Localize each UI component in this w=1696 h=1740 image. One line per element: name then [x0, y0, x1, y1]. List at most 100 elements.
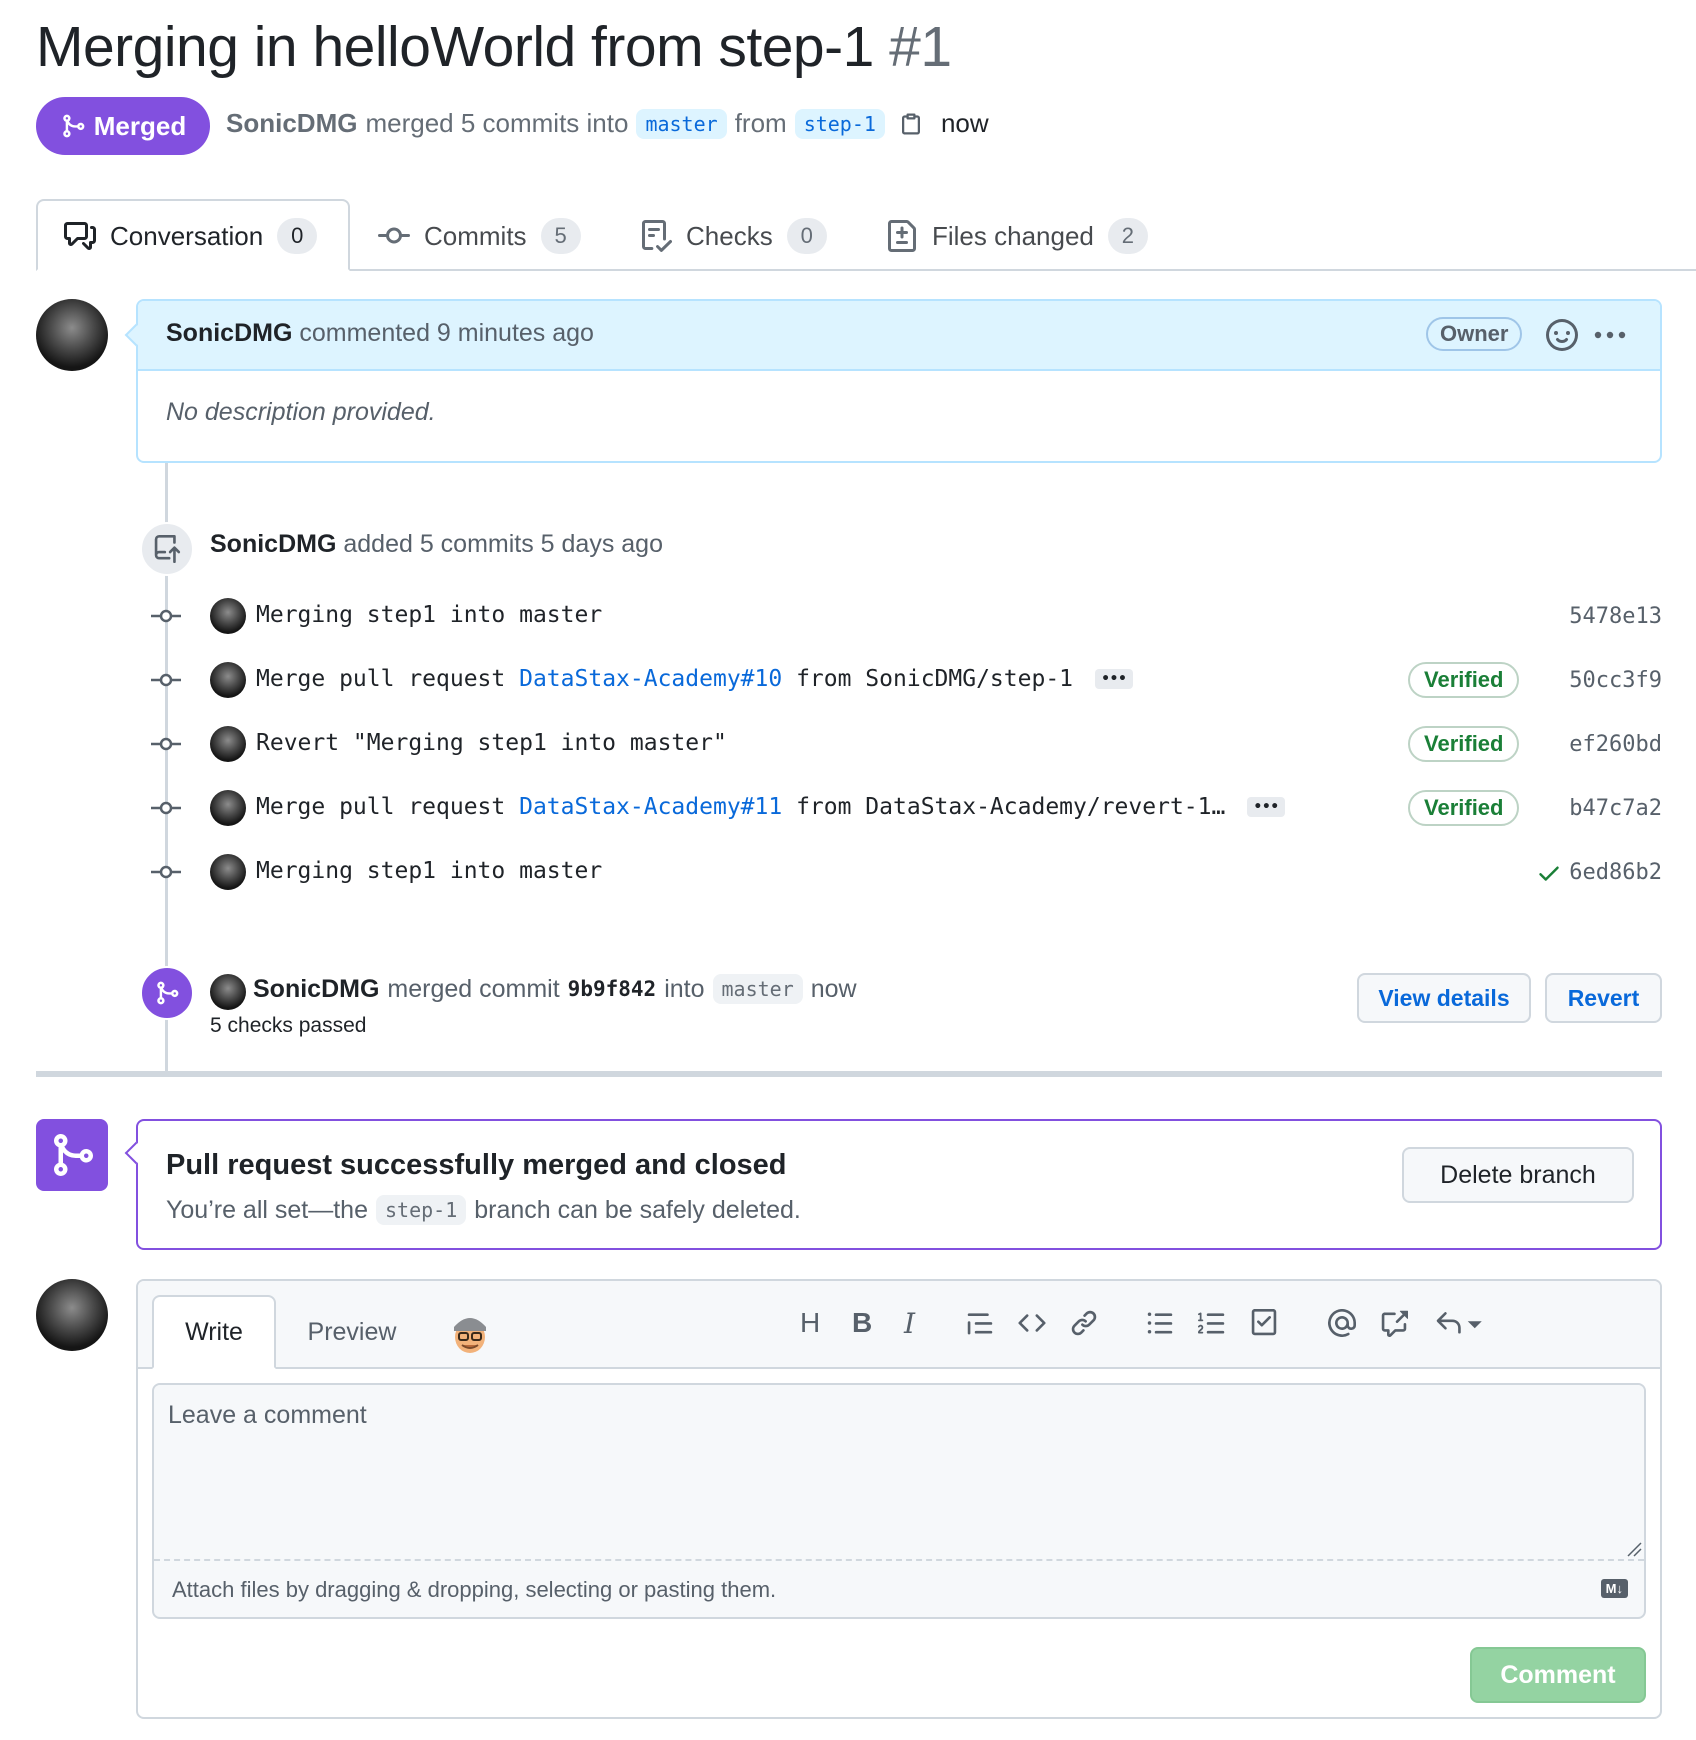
merged-card-branch[interactable]: step-1: [375, 1195, 467, 1225]
view-details-button[interactable]: View details: [1357, 973, 1531, 1023]
comment-submit-button[interactable]: Comment: [1470, 1647, 1646, 1703]
repo-push-badge: [140, 522, 194, 576]
git-commit-icon: [151, 673, 181, 687]
commit-message[interactable]: Merging step1 into master: [256, 858, 602, 884]
tab-checks-count: 0: [786, 218, 827, 254]
tab-write[interactable]: Write: [152, 1295, 276, 1369]
tab-checks-label: Checks: [686, 220, 773, 251]
expand-commit-button[interactable]: •••: [1247, 797, 1286, 817]
commit-message[interactable]: Merging step1 into master: [256, 602, 602, 628]
kebab-horizontal-icon[interactable]: [1594, 323, 1626, 347]
commit-avatar[interactable]: [210, 854, 246, 890]
commit-message-text[interactable]: Merge pull request: [256, 794, 519, 820]
pr-state-summary: SonicDMG merged 5 commits into master fr…: [226, 108, 989, 139]
italic-icon[interactable]: I: [904, 1307, 915, 1340]
mention-icon[interactable]: [1328, 1309, 1356, 1337]
comment-textarea[interactable]: Leave a comment: [154, 1385, 1644, 1561]
commit-message-text[interactable]: from DataStax-Academy/revert-1…: [782, 794, 1225, 820]
commit-message[interactable]: Merge pull request DataStax-Academy#11 f…: [256, 794, 1286, 820]
git-merge-icon: [63, 114, 85, 138]
comment-card: SonicDMG commented 9 minutes ago Owner N…: [124, 299, 1662, 463]
attach-files-hint[interactable]: Attach files by dragging & dropping, sel…: [172, 1577, 776, 1603]
cross-reference-icon[interactable]: [1380, 1309, 1408, 1337]
checks-passed-text[interactable]: 5 checks passed: [210, 1014, 366, 1038]
merge-target-branch[interactable]: master: [712, 974, 803, 1004]
merged-status-card: Pull request successfully merged and clo…: [124, 1119, 1662, 1250]
commit-message-text[interactable]: Merge pull request: [256, 666, 519, 692]
tasklist-icon[interactable]: [1250, 1309, 1278, 1337]
verified-badge[interactable]: Verified: [1408, 790, 1520, 826]
merged-state-badge: Merged: [36, 97, 210, 155]
git-commit-icon: [151, 609, 181, 623]
commit-message[interactable]: Merge pull request DataStax-Academy#10 f…: [256, 666, 1134, 692]
pr-reference-link[interactable]: DataStax-Academy#10: [519, 666, 782, 692]
merged-card-text-pre: You’re all set—the: [166, 1195, 368, 1224]
pr-reference-link[interactable]: DataStax-Academy#11: [519, 794, 782, 820]
tab-conversation[interactable]: Conversation 0: [64, 218, 318, 254]
smiley-icon[interactable]: [1546, 319, 1578, 351]
git-commit-icon: [151, 737, 181, 751]
delete-branch-button[interactable]: Delete branch: [1402, 1147, 1634, 1203]
pr-number: #1: [889, 15, 952, 79]
git-commit-icon: [151, 865, 181, 879]
merged-card-title: Pull request successfully merged and clo…: [166, 1149, 787, 1181]
commit-sha[interactable]: 6ed86b2: [1569, 860, 1662, 885]
commit-row: Merge pull request DataStax-Academy#10 f…: [150, 660, 1662, 700]
merged-status-tile: [36, 1119, 108, 1191]
commit-sha[interactable]: 50cc3f9: [1569, 668, 1662, 693]
merged-card-text-post: branch can be safely deleted.: [474, 1195, 801, 1224]
comment-author-link[interactable]: SonicDMG: [166, 319, 292, 347]
unordered-list-icon[interactable]: [1146, 1309, 1174, 1337]
commit-sha[interactable]: b47c7a2: [1569, 796, 1662, 821]
pr-author-link[interactable]: SonicDMG: [226, 108, 357, 139]
commits-event-author[interactable]: SonicDMG: [210, 530, 336, 558]
comment-body: No description provided.: [166, 398, 436, 426]
commit-message-text[interactable]: Merging step1 into master: [256, 602, 602, 628]
copy-icon[interactable]: [899, 112, 923, 136]
commit-avatar[interactable]: [210, 790, 246, 826]
tab-preview[interactable]: Preview: [290, 1295, 414, 1369]
merge-event-avatar[interactable]: [210, 974, 246, 1010]
merge-event-author[interactable]: SonicDMG: [253, 975, 379, 1004]
commit-message-text[interactable]: Revert "Merging step1 into master": [256, 730, 727, 756]
avatar[interactable]: [36, 299, 108, 371]
from-text: from: [734, 108, 787, 138]
comment-meta: SonicDMG commented 9 minutes ago: [166, 319, 594, 348]
checklist-icon: [642, 220, 672, 252]
merge-commit-sha[interactable]: 9b9f842: [568, 977, 657, 1001]
code-icon[interactable]: [1018, 1309, 1046, 1337]
verified-badge[interactable]: Verified: [1408, 726, 1520, 762]
link-icon[interactable]: [1070, 1309, 1098, 1337]
commit-avatar[interactable]: [210, 662, 246, 698]
commit-sha[interactable]: 5478e13: [1569, 604, 1662, 629]
current-user-avatar[interactable]: [36, 1279, 108, 1351]
expand-commit-button[interactable]: •••: [1095, 669, 1134, 689]
ordered-list-icon[interactable]: [1198, 1309, 1226, 1337]
markdown-icon[interactable]: M↓: [1600, 1579, 1628, 1598]
quote-icon[interactable]: [966, 1309, 994, 1337]
commit-sha[interactable]: ef260bd: [1569, 732, 1662, 757]
tab-checks[interactable]: Checks 0: [640, 218, 827, 254]
tab-commits[interactable]: Commits 5: [378, 218, 581, 254]
head-branch-label[interactable]: step-1: [794, 108, 885, 139]
revert-button[interactable]: Revert: [1545, 973, 1662, 1023]
commit-message-text[interactable]: from SonicDMG/step-1: [782, 666, 1073, 692]
tab-files-changed[interactable]: Files changed 2: [886, 218, 1148, 254]
verified-badge[interactable]: Verified: [1408, 662, 1520, 698]
comment-textarea-wrapper: Leave a comment Attach files by dragging…: [152, 1383, 1646, 1619]
commit-avatar[interactable]: [210, 726, 246, 762]
check-icon[interactable]: [1536, 860, 1562, 886]
merge-event-time[interactable]: now: [811, 975, 857, 1004]
heading-icon[interactable]: H: [800, 1307, 820, 1339]
tab-commits-label: Commits: [424, 220, 527, 251]
bold-icon[interactable]: B: [852, 1307, 872, 1339]
comment-timestamp[interactable]: commented 9 minutes ago: [299, 319, 594, 347]
base-branch-label[interactable]: master: [636, 108, 727, 139]
tab-files-changed-count: 2: [1107, 218, 1148, 254]
copilot-avatar-icon[interactable]: [450, 1307, 490, 1355]
commit-message[interactable]: Revert "Merging step1 into master": [256, 730, 727, 756]
commit-avatar[interactable]: [210, 598, 246, 634]
commit-message-text[interactable]: Merging step1 into master: [256, 858, 602, 884]
reply-dropdown-icon[interactable]: [1434, 1309, 1484, 1337]
resize-handle-icon[interactable]: [1624, 1539, 1642, 1557]
